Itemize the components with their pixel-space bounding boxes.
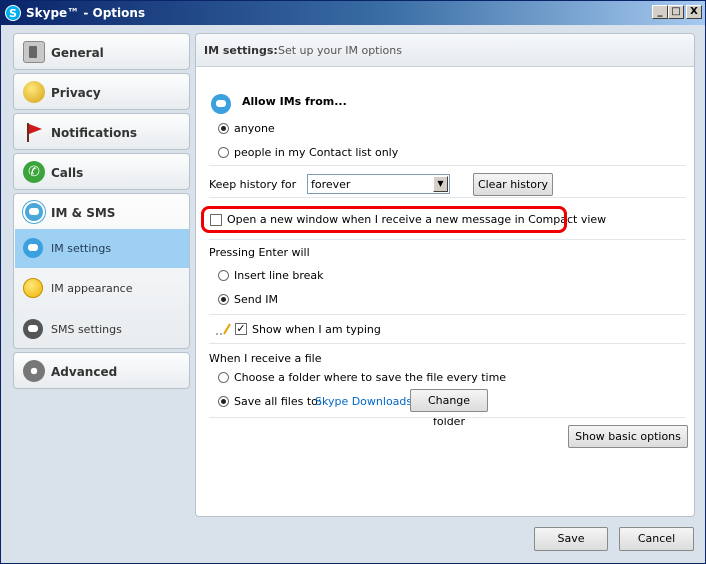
phone-icon: ✆ xyxy=(23,161,45,183)
divider xyxy=(209,197,686,198)
radio-contacts-only[interactable] xyxy=(218,147,229,158)
divider xyxy=(209,314,686,315)
radio-send-im[interactable] xyxy=(218,294,229,305)
receive-file-heading: When I receive a file xyxy=(209,352,322,365)
flag-icon xyxy=(27,123,42,142)
divider xyxy=(209,343,686,344)
minimize-button[interactable]: _ xyxy=(652,5,668,19)
smiley-icon xyxy=(23,278,43,298)
skype-logo-icon: S xyxy=(5,5,21,21)
options-window: S Skype™ - Options _ □ X General Privacy… xyxy=(0,0,706,564)
sidebar-item-im-sms[interactable]: IM & SMS xyxy=(51,206,115,220)
radio-choose-folder[interactable] xyxy=(218,372,229,383)
history-select[interactable]: forever ▼ xyxy=(307,174,450,194)
panel-subtitle: Set up your IM options xyxy=(278,44,402,57)
history-label: Keep history for xyxy=(209,178,297,191)
radio-contacts-only-label[interactable]: people in my Contact list only xyxy=(234,146,398,159)
radio-anyone-label[interactable]: anyone xyxy=(234,122,275,135)
radio-insert-line-break[interactable] xyxy=(218,270,229,281)
sidebar-item-label: Calls xyxy=(51,166,84,180)
show-typing-checkbox[interactable]: ✓ xyxy=(235,323,247,335)
panel-title: IM settings: xyxy=(204,44,278,57)
divider xyxy=(209,165,686,166)
sidebar-item-label: General xyxy=(51,46,104,60)
switch-icon xyxy=(23,41,45,63)
title-bar: S Skype™ - Options _ □ X xyxy=(1,1,705,25)
sidebar-item-label: IM settings xyxy=(51,242,112,255)
pressing-enter-heading: Pressing Enter will xyxy=(209,246,310,259)
show-typing-label[interactable]: Show when I am typing xyxy=(252,323,381,336)
sidebar-item-label: IM appearance xyxy=(51,282,133,295)
radio-send-im-label[interactable]: Send IM xyxy=(234,293,278,306)
chat-bubble-icon xyxy=(211,94,231,114)
pencil-icon xyxy=(216,323,231,335)
window-title: Skype™ - Options xyxy=(26,6,146,20)
divider xyxy=(209,239,686,240)
sidebar-item-label: Privacy xyxy=(51,86,101,100)
change-folder-button[interactable]: Change folder xyxy=(410,389,488,428)
skype-downloads-link[interactable]: Skype Downloads xyxy=(315,395,412,408)
radio-save-all-files-label[interactable]: Save all files to: xyxy=(234,395,322,408)
sidebar-item-notifications[interactable]: Notifications xyxy=(13,113,190,150)
cancel-button[interactable]: Cancel xyxy=(619,527,694,551)
sidebar-item-calls[interactable]: ✆ Calls xyxy=(13,153,190,190)
sidebar-item-label: SMS settings xyxy=(51,323,122,336)
gear-icon xyxy=(23,360,45,382)
save-button[interactable]: Save xyxy=(534,527,608,551)
sidebar-item-privacy[interactable]: Privacy xyxy=(13,73,190,110)
sidebar-item-im-settings[interactable]: IM settings xyxy=(15,229,189,268)
radio-save-all-files[interactable] xyxy=(218,396,229,407)
close-button[interactable]: X xyxy=(686,5,702,19)
key-lock-icon xyxy=(23,81,45,103)
radio-insert-line-break-label[interactable]: Insert line break xyxy=(234,269,324,282)
chat-bubble-icon xyxy=(23,238,43,258)
divider xyxy=(209,417,686,418)
maximize-button[interactable]: □ xyxy=(668,5,684,19)
history-select-value: forever xyxy=(311,178,351,191)
sms-bubble-icon xyxy=(23,319,43,339)
sidebar-group-im-sms: IM & SMS IM settings IM appearance SMS s… xyxy=(13,193,190,349)
sidebar-item-general[interactable]: General xyxy=(13,33,190,70)
settings-panel: IM settings: Set up your IM options Allo… xyxy=(195,33,695,517)
sidebar-item-sms-settings[interactable]: SMS settings xyxy=(15,310,189,349)
chevron-down-icon[interactable]: ▼ xyxy=(433,176,448,192)
radio-anyone[interactable] xyxy=(218,123,229,134)
chat-bubble-icon xyxy=(23,201,45,223)
panel-header: IM settings: Set up your IM options xyxy=(196,34,694,67)
sidebar-item-label: Advanced xyxy=(51,365,118,379)
sidebar-item-im-appearance[interactable]: IM appearance xyxy=(15,269,189,308)
allow-ims-heading: Allow IMs from... xyxy=(242,95,347,108)
show-basic-options-button[interactable]: Show basic options xyxy=(568,425,688,448)
radio-choose-folder-label[interactable]: Choose a folder where to save the file e… xyxy=(234,371,506,384)
sidebar-item-label: Notifications xyxy=(51,126,138,140)
sidebar-item-advanced[interactable]: Advanced xyxy=(13,352,190,389)
clear-history-button[interactable]: Clear history xyxy=(473,173,553,196)
highlight-annotation xyxy=(201,206,567,233)
